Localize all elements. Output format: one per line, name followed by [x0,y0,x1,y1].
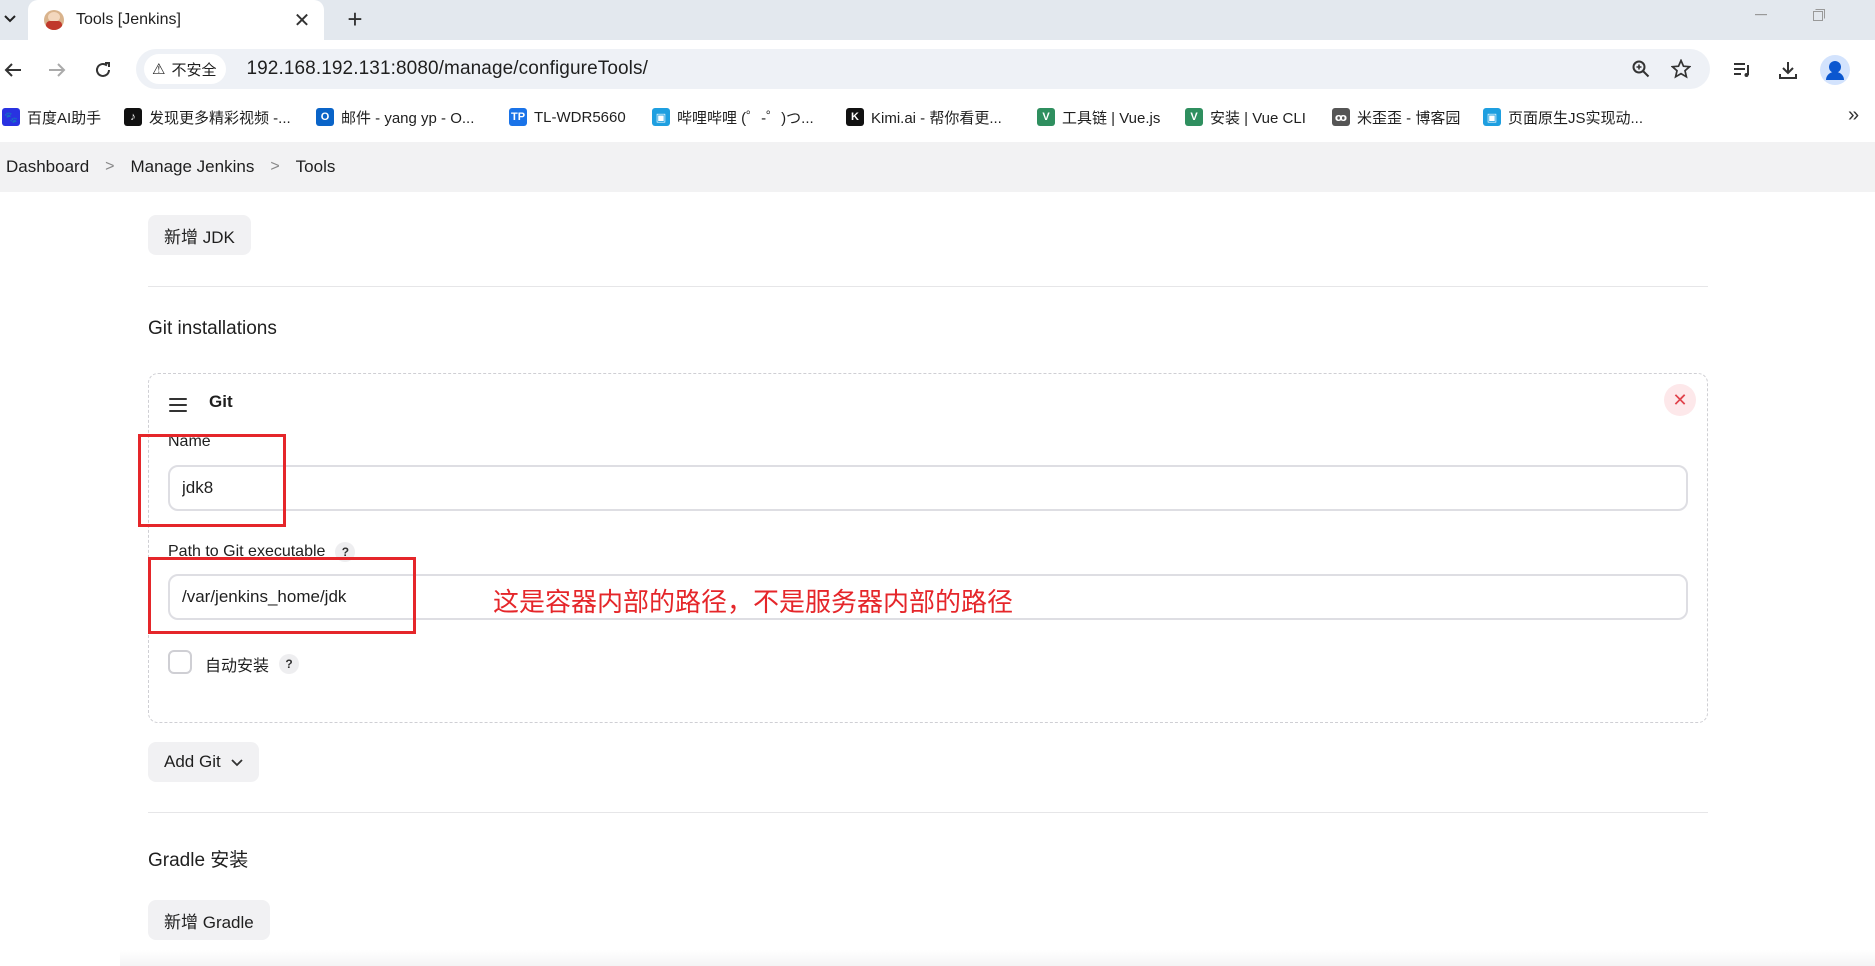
bookmark-label: 发现更多精彩视频 -... [149,109,291,127]
breadcrumb-separator-icon: > [270,158,280,175]
bilibili-icon: ▣ [652,108,670,126]
bookmark-label: TL-WDR5660 [534,108,626,126]
bookmark-label: 哔哩哔哩 (゜-゜)つ... [677,109,814,127]
auto-install-label[interactable]: 自动安装 [205,652,269,676]
bookmark-item[interactable]: TP TL-WDR5660 [509,104,626,130]
bookmark-item[interactable]: V 安装 | Vue CLI [1185,104,1306,130]
security-label: 不安全 [171,61,217,79]
jenkins-favicon-icon [44,10,64,30]
drag-handle-icon[interactable] [169,398,187,412]
tab-title: Tools [Jenkins] [76,11,181,28]
bilibili-icon: ▣ [1483,108,1501,126]
bookmark-item[interactable]: ▣ 哔哩哔哩 (゜-゜)つ... [652,104,814,130]
download-icon[interactable] [1771,53,1805,87]
auto-install-help-icon[interactable]: ? [279,654,300,674]
breadcrumb-manage-jenkins[interactable]: Manage Jenkins [131,157,255,177]
vue-icon: V [1185,108,1203,126]
add-git-label: Add Git [164,752,221,771]
reload-icon[interactable] [86,53,120,87]
auto-install-row: 自动安装 ? [205,652,300,676]
section-divider [148,286,1708,287]
bookmark-item[interactable]: K Kimi.ai - 帮你看更... [846,104,1002,130]
bookmark-label: 工具链 | Vue.js [1062,109,1161,127]
name-input[interactable] [168,465,1688,511]
kimi-icon: K [846,108,864,126]
bookmark-label: 米歪歪 - 博客园 [1357,109,1461,127]
minimize-icon[interactable] [1738,0,1784,30]
cnblogs-icon: ꝏ [1332,108,1350,126]
profile-avatar-icon[interactable] [1820,55,1850,85]
tab-search-chevron-icon[interactable] [0,4,20,34]
annotation-box-name [138,434,286,527]
git-installation-box: Git ✕ [148,373,1708,723]
bookmark-label: 安装 | Vue CLI [1210,109,1306,127]
baidu-icon: 🐾 [2,108,20,126]
breadcrumb-separator-icon: > [105,158,115,175]
more-bookmarks-icon[interactable]: » [1848,104,1859,127]
bookmark-item[interactable]: O 邮件 - yang yp - O... [316,104,474,130]
active-tab[interactable]: Tools [Jenkins] ✕ [28,0,324,40]
bookmark-label: Kimi.ai - 帮你看更... [871,109,1002,127]
breadcrumb: Dashboard > Manage Jenkins > Tools [0,142,1875,192]
breadcrumb-dashboard[interactable]: Dashboard [6,157,89,177]
tab-close-icon[interactable]: ✕ [290,8,314,32]
bookmark-star-icon[interactable] [1669,57,1693,81]
forward-arrow-icon[interactable] [40,53,74,87]
media-playlist-icon[interactable] [1726,53,1760,87]
chevron-down-icon [231,754,243,770]
url-text[interactable]: 192.168.192.131:8080/manage/configureToo… [246,58,648,80]
bookmark-item[interactable]: ꝏ 米歪歪 - 博客园 [1332,104,1460,130]
section-divider [148,812,1708,813]
add-gradle-button[interactable]: 新增 Gradle [148,900,270,940]
back-arrow-icon[interactable] [0,53,30,87]
bookmark-label: 百度AI助手 [27,109,102,127]
add-jdk-button[interactable]: 新增 JDK [148,215,251,255]
tplink-icon: TP [509,108,527,126]
warning-triangle-icon: ⚠ [152,61,166,78]
bookmark-item[interactable]: ▣ 页面原生JS实现动... [1483,104,1643,130]
gradle-section-title: Gradle 安装 [148,850,249,871]
annotation-box-path [148,557,416,634]
bookmark-item[interactable]: ♪ 发现更多精彩视频 -... [124,104,291,130]
auto-install-checkbox[interactable] [168,650,192,674]
bookmark-item[interactable]: 🐾 百度AI助手 [2,104,101,130]
restore-icon[interactable] [1796,0,1842,30]
vue-icon: V [1037,108,1055,126]
annotation-note: 这是容器内部的路径，不是服务器内部的路径 [493,587,1014,617]
security-chip[interactable]: ⚠ 不安全 [144,54,227,84]
breadcrumb-tools[interactable]: Tools [296,157,336,177]
git-box-title: Git [209,392,233,411]
delete-installation-button[interactable]: ✕ [1664,384,1696,416]
tiktok-icon: ♪ [124,108,142,126]
tab-strip: Tools [Jenkins] ✕ + [0,0,1875,40]
outlook-icon: O [316,108,334,126]
git-section-title: Git installations [148,318,277,339]
new-tab-button[interactable]: + [338,2,372,36]
zoom-icon[interactable] [1629,57,1653,81]
bookmark-item[interactable]: V 工具链 | Vue.js [1037,104,1160,130]
bottom-shadow [120,950,1875,966]
bookmark-label: 页面原生JS实现动... [1508,109,1644,127]
add-git-button[interactable]: Add Git [148,742,259,782]
address-bar[interactable]: ⚠ 不安全 192.168.192.131:8080/manage/config… [136,49,1710,89]
bookmark-label: 邮件 - yang yp - O... [341,109,475,127]
